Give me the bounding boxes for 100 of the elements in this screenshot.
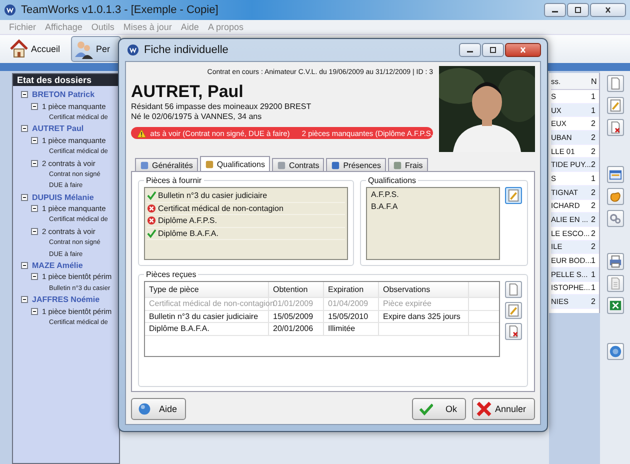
tree-item[interactable]: AUTRET Paul [32,124,84,134]
table-cell-text: 1 [591,174,596,183]
window-button[interactable] [606,166,624,183]
close-icon [518,46,528,54]
person-name: AUTRET, Paul [131,82,244,102]
cross-icon [476,401,492,417]
maximize-icon [573,6,583,14]
pencil-icon [507,304,520,317]
table-cell: Expire dans 325 jours [383,312,460,321]
column-header[interactable]: Observations [379,282,469,297]
delete-button[interactable] [505,323,522,340]
expander-icon[interactable] [31,228,38,235]
expander-icon[interactable] [21,194,28,201]
tab[interactable]: Frais [388,158,428,171]
help-icon [138,401,151,417]
tree-item[interactable]: BRETON Patrick [32,90,95,100]
list-item[interactable]: Diplôme A.F.P.S. [158,216,217,226]
document-icon [608,277,622,290]
edit-button[interactable] [505,302,522,319]
list-item[interactable]: Certificat médical de non-contagion [158,204,284,213]
expander-icon[interactable] [31,160,38,167]
new-button[interactable] [606,75,624,92]
edit-button[interactable] [606,97,624,114]
table-cell-text: 1 [591,270,596,279]
panel-title: Etat des dossiers [13,74,119,86]
delete-document-icon [608,121,622,134]
toolbar-button[interactable]: Per [71,36,122,62]
tree-item[interactable]: DUPUIS Mélanie [32,192,94,202]
dialog-button[interactable]: Aide [131,398,186,420]
gear-icon [608,212,622,225]
logo-icon [127,44,139,56]
tab[interactable]: Généralités [135,158,198,171]
group-title: Pièces reçues [145,270,198,279]
logo-icon [4,4,16,16]
table-cell: Diplôme B.A.F.A. [149,324,210,334]
check-icon [418,401,434,417]
close-button[interactable] [590,3,626,17]
column-header[interactable]: N [591,76,599,86]
export-button[interactable] [606,297,624,314]
list-item[interactable]: Diplôme B.A.F.A. [158,228,218,238]
table-cell: 20/01/2006 [273,324,314,334]
window-title: TeamWorks v1.0.1.3 - [Exemple - Copie] [21,4,218,16]
expander-icon[interactable] [21,91,28,98]
column-header[interactable]: Type de pièce [145,282,269,297]
table-cell: 01/04/2009 [328,299,368,308]
table-cell-text: 2 [591,201,596,210]
column-header[interactable]: Obtention [269,282,324,297]
expander-icon[interactable] [31,273,38,280]
tab[interactable]: Présences [326,158,386,171]
table-cell: Pièce expirée [383,299,432,308]
print-button[interactable] [606,253,624,270]
maximize-button[interactable] [567,3,589,17]
table-cell-text: 2 [591,297,596,306]
table-cell-text: 2 [591,119,596,128]
people-icon [74,39,94,59]
table-cell: Bulletin n°3 du casier judiciaire [149,312,258,321]
settings-button[interactable] [606,210,624,227]
new-button[interactable] [505,281,522,298]
list-item[interactable]: Bulletin n°3 du casier judiciaire [158,191,268,200]
expander-icon[interactable] [21,262,28,270]
tab[interactable]: Contrats [272,158,324,171]
table-cell-text: 1 [591,92,596,101]
expander-icon[interactable] [21,296,28,304]
help-button[interactable] [606,343,624,360]
expander-icon[interactable] [31,308,38,315]
dialog-button[interactable]: Annuler [472,398,535,420]
expander-icon[interactable] [31,205,38,212]
list-item[interactable]: B.A.F.A [369,202,497,214]
table-cell-text: 2 [591,215,596,224]
delete-button[interactable] [606,119,624,136]
table-cell: Certificat médical de non-contagion [149,299,274,308]
column-header[interactable]: Expiration [324,282,379,297]
tree-item[interactable]: JAFFRES Noémie [32,295,100,304]
pencil-icon [608,99,622,112]
tab-icon [392,160,402,170]
minimize-button[interactable] [544,3,566,17]
table-cell-text: 2 [591,132,596,142]
document-icon [608,77,622,90]
expander-icon[interactable] [31,136,38,144]
warning-icon [137,128,146,138]
spreadsheet-icon [608,299,622,312]
group-title: Qualifications [367,176,418,185]
expander-icon[interactable] [21,125,28,132]
close-button[interactable] [505,43,541,57]
birth-text: Né le 02/06/1975 à VANNES, 34 ans [131,112,263,122]
list-item[interactable]: A.F.P.S. [369,190,497,202]
tab[interactable]: Qualifications [200,156,270,171]
edit-button[interactable] [505,187,522,204]
maximize-button[interactable] [482,43,504,57]
tree-item[interactable]: MAZE Amélie [32,261,83,270]
tab-icon [140,160,149,170]
maximize-icon [488,46,498,54]
expander-icon[interactable] [31,102,38,110]
window-icon [608,168,622,181]
minimize-button[interactable] [459,43,481,57]
table-cell-text: 1 [591,106,596,115]
toolbar-button[interactable]: Accueil [6,36,68,62]
dialog-button[interactable]: Ok [412,398,466,420]
document-icon [507,283,520,296]
dialog-title: Fiche individuelle [144,44,228,56]
